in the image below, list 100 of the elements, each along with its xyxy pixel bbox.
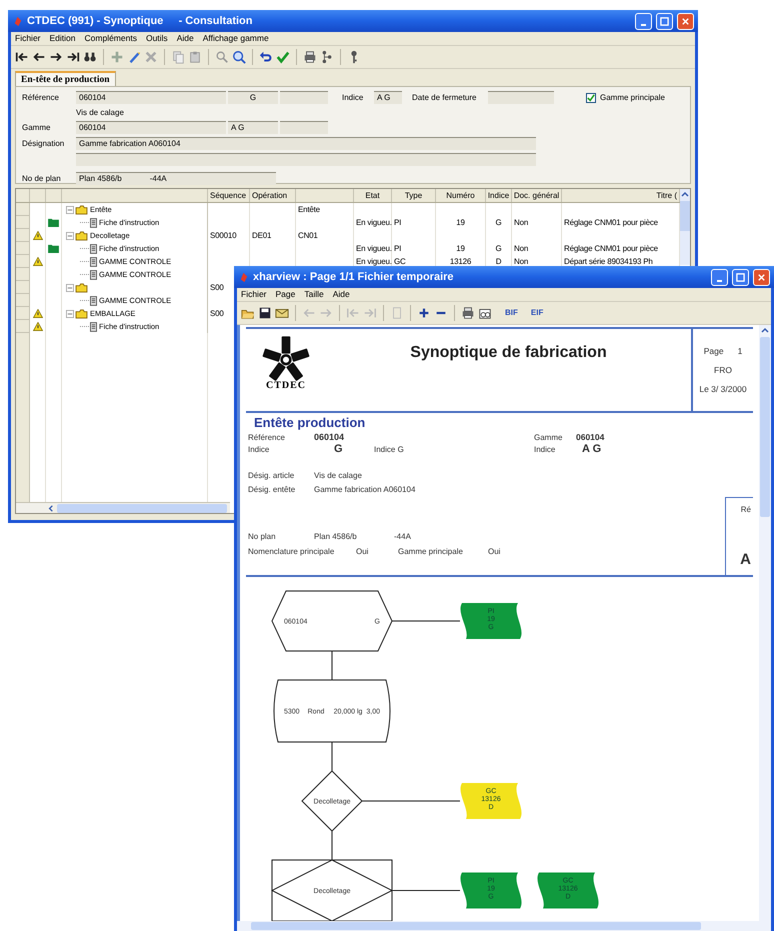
field-value: Oui <box>488 546 500 558</box>
preview-icon[interactable] <box>478 306 492 320</box>
scroll-left-icon[interactable] <box>46 504 55 512</box>
collapse-icon[interactable] <box>66 206 74 214</box>
copy-icon[interactable] <box>171 50 185 64</box>
search-icon[interactable] <box>215 50 229 64</box>
menu-item[interactable]: Page <box>276 288 296 301</box>
checkbox-label: Gamme principale <box>600 92 665 104</box>
tree-icon[interactable] <box>320 50 334 64</box>
field-value: 060104 <box>576 431 604 444</box>
maximize-button[interactable] <box>656 12 673 30</box>
folder-icon <box>75 204 88 214</box>
printer-icon[interactable] <box>461 306 475 320</box>
text-field[interactable] <box>76 153 536 166</box>
menu-item[interactable]: Edition <box>50 32 76 45</box>
scroll-up-icon[interactable] <box>680 189 690 199</box>
vertical-scrollbar[interactable] <box>680 189 690 265</box>
menu-item[interactable]: Outils <box>146 32 168 45</box>
text-field[interactable] <box>488 91 554 104</box>
text-field[interactable] <box>280 91 328 104</box>
text-field[interactable]: Gamme fabrication A060104 <box>76 137 536 150</box>
envelope-icon[interactable] <box>275 306 289 320</box>
scrollbar-thumb[interactable] <box>251 922 701 930</box>
site-code: FRO <box>714 364 732 376</box>
table-cell: PI <box>394 242 402 254</box>
maximize-icon <box>736 272 745 282</box>
menu-item[interactable]: Affichage gamme <box>202 32 269 45</box>
column-header[interactable]: Doc. général <box>514 190 560 202</box>
menu-item[interactable]: Fichier <box>15 32 41 45</box>
column-header[interactable]: Opération <box>252 190 288 202</box>
menu-item[interactable]: Taille <box>304 288 324 301</box>
maximize-icon <box>660 16 669 26</box>
field-value: Indice G <box>374 444 405 456</box>
minimize-icon <box>717 280 722 282</box>
text-field[interactable]: Plan 4586/b -44A <box>76 172 276 185</box>
last-arrow-icon[interactable] <box>66 50 80 64</box>
paste-icon[interactable] <box>188 50 202 64</box>
collapse-icon[interactable] <box>66 310 74 318</box>
page-icon[interactable] <box>390 306 404 320</box>
minimize-button[interactable] <box>711 268 728 286</box>
document-icon <box>90 244 97 254</box>
collapse-icon[interactable] <box>66 284 74 292</box>
minimize-button[interactable] <box>635 12 652 30</box>
article-name: Vis de calage <box>76 106 124 118</box>
table-cell: Départ série 89034193 Ph <box>564 256 653 268</box>
table-cell: S00 <box>210 282 224 294</box>
horizontal-scrollbar[interactable] <box>237 921 771 931</box>
scrollbar-thumb[interactable] <box>760 337 770 517</box>
document-icon <box>90 218 97 228</box>
text-field[interactable] <box>280 121 328 134</box>
toolbar-button[interactable]: BIF <box>505 307 518 319</box>
delete-icon[interactable] <box>144 50 158 64</box>
collapse-icon[interactable] <box>66 232 74 240</box>
column-header[interactable]: Etat <box>365 190 380 202</box>
right-arrow-icon[interactable] <box>49 50 63 64</box>
connector-line <box>392 620 460 622</box>
text-field[interactable]: A G <box>228 121 278 134</box>
printer-icon[interactable] <box>303 50 317 64</box>
text-field[interactable]: A G <box>374 91 402 104</box>
plus-icon[interactable] <box>417 306 431 320</box>
scrollbar-thumb[interactable] <box>680 201 690 231</box>
field-value: -44A <box>150 173 167 185</box>
column-header[interactable]: Type <box>404 190 422 202</box>
text-field[interactable]: 060104 <box>76 91 226 104</box>
column-header[interactable]: Numéro <box>446 190 475 202</box>
horizontal-scrollbar[interactable] <box>16 502 230 513</box>
table-cell: Réglage CNM01 pour pièce <box>564 216 658 228</box>
menu-item[interactable]: Aide <box>176 32 194 45</box>
close-button[interactable] <box>677 12 694 30</box>
column-header[interactable]: Titre ( <box>656 190 677 202</box>
left-arrow-icon[interactable] <box>32 50 46 64</box>
first-arrow-icon[interactable] <box>15 50 29 64</box>
field-value: 060104 <box>314 430 346 444</box>
scroll-up-icon[interactable] <box>760 325 770 335</box>
table-cell: Non <box>514 216 528 228</box>
checkbox[interactable] <box>586 92 596 102</box>
maximize-button[interactable] <box>732 268 749 286</box>
pen-icon[interactable] <box>127 50 141 64</box>
close-button[interactable] <box>753 268 770 286</box>
scrollbar-thumb[interactable] <box>57 504 227 512</box>
text-field[interactable]: G <box>228 91 278 104</box>
menu-item[interactable]: Compléments <box>84 32 137 45</box>
vertical-scrollbar[interactable] <box>759 325 771 921</box>
binoculars-icon[interactable] <box>83 50 97 64</box>
app-icon <box>238 272 249 282</box>
undo-icon[interactable] <box>259 50 273 64</box>
field-label: Indice <box>248 444 270 456</box>
column-header[interactable]: Indice <box>488 190 510 202</box>
tab[interactable]: En-tête de production <box>15 71 116 86</box>
zoom-icon[interactable] <box>232 50 246 64</box>
column-header[interactable]: Séquence <box>210 190 246 202</box>
text-field[interactable]: 060104 <box>76 121 226 134</box>
field-label: Référence <box>248 432 286 444</box>
menu-item[interactable]: Aide <box>332 288 350 301</box>
table-cell: D <box>496 256 502 268</box>
minimize-icon <box>641 24 646 26</box>
document-icon <box>90 296 97 306</box>
toolbar-button[interactable]: EIF <box>530 307 544 319</box>
checkmark-icon[interactable] <box>276 50 290 64</box>
menu-item[interactable]: Fichier <box>241 288 267 301</box>
